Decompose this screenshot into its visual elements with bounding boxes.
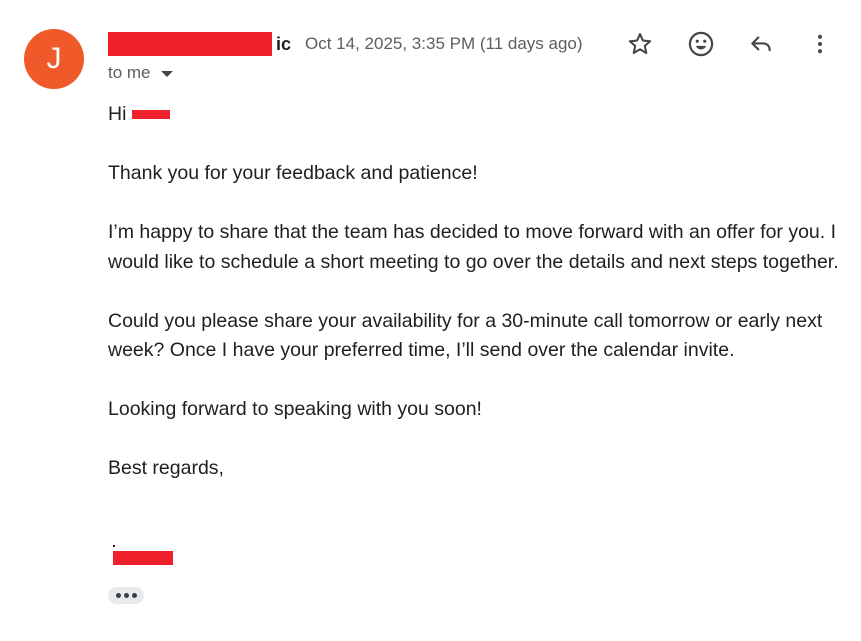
body-paragraph: Could you please share your availability… [108, 309, 823, 362]
body-paragraph: Looking forward to speaking with you soo… [108, 398, 482, 420]
body-paragraph: Thank you for your feedback and patience… [108, 162, 478, 184]
greeting-line: Hi [108, 100, 848, 130]
email-message: J ic Oct 14, 2025, 3:35 PM (11 days ago)… [0, 0, 861, 641]
dot [131, 593, 137, 598]
star-button[interactable] [620, 26, 660, 62]
recipient-label: to me [108, 63, 151, 82]
caret-down-icon [160, 71, 173, 77]
dot [123, 593, 129, 598]
redacted-sender-name [108, 32, 272, 56]
email-body: Hi Thank you for your feedback and patie… [108, 100, 848, 513]
redacted-signature [113, 551, 173, 565]
message-actions [620, 26, 850, 62]
recipient-details-toggle[interactable]: to me [108, 63, 173, 83]
redacted-recipient-name [132, 110, 171, 120]
greeting-text: Hi [108, 103, 127, 125]
sender-name[interactable]: ic [276, 34, 291, 55]
star-icon [628, 33, 652, 54]
show-trimmed-content-button[interactable] [108, 587, 144, 604]
email-date: Oct 14, 2025, 3:35 PM (11 days ago) [305, 34, 583, 53]
body-paragraph: I’m happy to share that the team has dec… [108, 221, 839, 273]
sender-avatar[interactable]: J [24, 29, 84, 89]
signature-mark [113, 545, 115, 547]
more-vert-icon [818, 34, 822, 54]
more-options-button[interactable] [800, 26, 840, 62]
reply-icon [751, 36, 771, 52]
dot [115, 593, 121, 598]
closing-line: Best regards, [108, 457, 224, 479]
reply-button[interactable] [741, 26, 781, 62]
add-reaction-button[interactable] [681, 26, 721, 62]
sender-header: ic Oct 14, 2025, 3:35 PM (11 days ago) [108, 30, 583, 58]
emoji-icon [688, 31, 714, 57]
